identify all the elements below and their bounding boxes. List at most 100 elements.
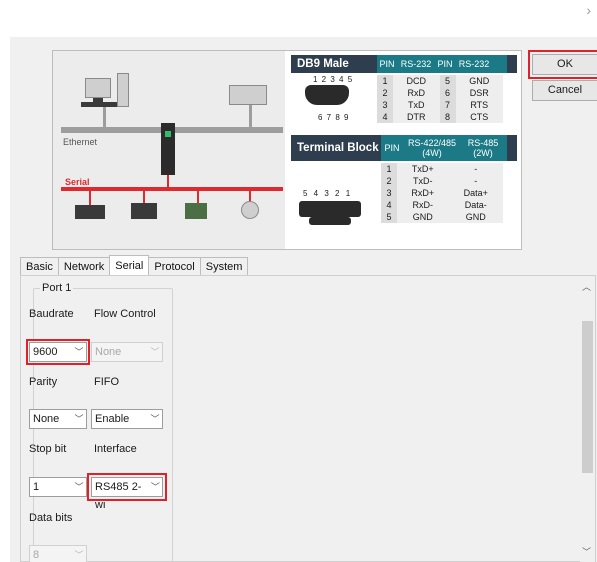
data-bits-value: 8 [33,549,40,561]
meter-icon [241,201,259,219]
pin-cell: 4 [381,199,397,211]
terminal-pin-numbers: 5 4 3 2 1 [303,189,353,198]
interface-label: Interface [94,443,137,455]
pinout-panel: DB9 Male PIN RS-232 PIN RS-232 1 2 3 4 5… [285,51,521,249]
table-row: 1 DCD 5 GND [377,75,503,87]
pin-cell: 7 [439,99,456,111]
db9-pin-table: 1 DCD 5 GND 2 RxD 6 DSR 3 TxD 7 RTS 4 DTR 8 CTS [377,75,503,123]
connection-illustration: Ethernet Serial DB9 Male PIN RS-232 PIN … [52,50,522,250]
pin-cell: 5 [439,75,456,87]
pin-cell: 1 [377,75,393,87]
ok-button-highlight [528,50,597,79]
fifo-label: FIFO [94,376,120,388]
flow-control-select: None ﹀ [91,342,163,362]
interface-highlight [87,473,167,501]
db9-column-headers: PIN RS-232 PIN RS-232 [377,55,507,73]
terminal-pin-table: 1 TxD+ - 2 TxD- - 3 RxD+ Data+ 4 RxD- Data- 5 GND… [381,163,503,223]
stop-bit-select[interactable]: 1 ﹀ [29,477,87,497]
pc-tower-icon [117,73,129,107]
terminal-col-4w: RS-422/485 (4W) [407,138,457,158]
tab-system[interactable]: System [199,257,249,275]
parity-select[interactable]: None ﹀ [29,409,87,429]
db9-header: DB9 Male PIN RS-232 PIN RS-232 [291,55,517,73]
signal-cell: DTR [393,111,440,123]
db9-col-rs232: RS-232 [400,59,432,69]
fifo-select[interactable]: Enable ﹀ [91,409,163,429]
db9-col-pin: PIN [379,59,395,69]
baudrate-label: Baudrate [29,308,74,320]
signal-cell: - [448,163,503,175]
pin-cell: 5 [381,211,397,223]
scroll-down-icon[interactable]: ﹀ [582,545,591,558]
terminal-col-pin: PIN [384,143,400,153]
port-legend: Port 1 [40,282,74,294]
flow-control-label: Flow Control [94,308,156,320]
tab-basic[interactable]: Basic [20,257,59,275]
data-bits-label: Data bits [29,512,73,524]
monitor-icon [85,78,111,98]
pin-cell: 3 [381,187,397,199]
pin-cell: 2 [377,87,393,99]
pin-cell: 6 [439,87,456,99]
cancel-button[interactable]: Cancel [532,80,597,101]
signal-cell: DSR [455,87,503,99]
tab-bar: Basic Network Serial Protocol System [20,255,249,275]
fifo-value: Enable [95,413,130,425]
chevron-down-icon: ﹀ [150,414,160,424]
table-row: 4 RxD- Data- [381,199,503,211]
vertical-scrollbar[interactable]: ︿ ﹀ [580,276,595,562]
chevron-down-icon: ﹀ [74,550,84,560]
table-row: 1 TxD+ - [381,163,503,175]
signal-cell: GND [397,211,449,223]
terminal-col-2w: RS-485 (2W) [467,138,499,158]
tab-network[interactable]: Network [57,257,111,275]
signal-cell: RxD- [397,199,449,211]
terminal-title: Terminal Block [297,142,379,154]
scrollbar-thumb[interactable] [582,321,593,473]
pin-cell: 3 [377,99,393,111]
data-bits-select: 8 ﹀ [29,545,87,562]
table-row: 2 RxD 6 DSR [377,87,503,99]
status-led [165,131,171,137]
table-row: 3 RxD+ Data+ [381,187,503,199]
signal-cell: RTS [455,99,503,111]
signal-cell: TxD [393,99,440,111]
ethernet-drop [249,105,252,127]
tab-protocol[interactable]: Protocol [148,257,201,275]
stop-bit-value: 1 [33,481,40,493]
stop-bit-label: Stop bit [29,443,67,455]
pin-cell: 1 [381,163,397,175]
signal-cell: TxD+ [397,163,449,175]
signal-cell: Data- [448,199,503,211]
db9-connector-icon [305,85,349,105]
db9-col-pin: PIN [437,59,453,69]
serial-settings-panel: Port 1 Baudrate Flow Control 9600 ﹀ None… [20,275,596,562]
serial-label: Serial [65,177,90,187]
chevron-right-icon[interactable]: › [586,2,591,18]
plc-icon [185,203,207,219]
serial-drop [167,175,169,187]
signal-cell: GND [448,211,503,223]
terminal-block-base [309,217,351,225]
chevron-down-icon: ﹀ [74,482,84,492]
serial-device-icon [131,203,157,219]
chevron-down-icon: ﹀ [74,414,84,424]
scroll-up-icon[interactable]: ︿ [582,280,591,293]
baudrate-highlight [26,339,90,365]
serial-drop [89,191,91,205]
network-diagram: Ethernet Serial [53,51,285,249]
serial-device-icon [75,205,105,219]
keyboard-icon [81,102,117,107]
terminal-header: Terminal Block PIN RS-422/485 (4W) RS-48… [291,135,517,161]
parity-value: None [33,413,60,425]
signal-cell: GND [455,75,503,87]
db9-pin-numbers-bottom: 6 7 8 9 [318,113,350,122]
db9-title: DB9 Male [297,58,349,70]
signal-cell: CTS [455,111,503,123]
flow-control-value: None [95,346,122,358]
tab-serial[interactable]: Serial [109,255,150,275]
ethernet-label: Ethernet [63,137,98,147]
db9-col-rs232: RS-232 [458,59,490,69]
signal-cell: RxD+ [397,187,449,199]
db9-pin-numbers-top: 1 2 3 4 5 [313,75,354,84]
